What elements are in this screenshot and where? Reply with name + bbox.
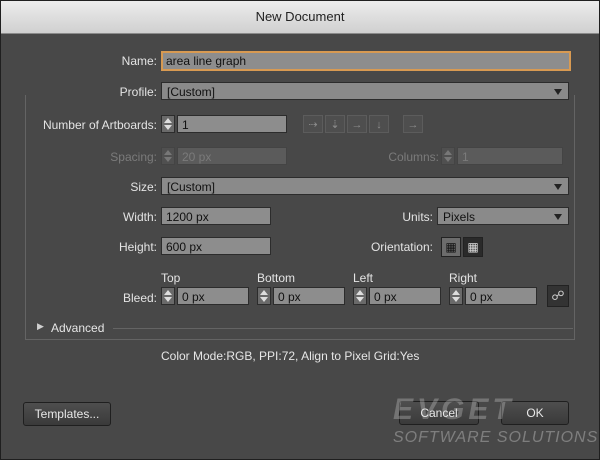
chevron-up-icon [164,118,172,123]
bleed-bottom-stepper[interactable] [257,287,271,305]
width-input[interactable]: 1200 px [161,207,271,225]
units-select[interactable]: Pixels [437,207,569,225]
chevron-down-icon [554,214,562,220]
spacing-stepper[interactable] [161,147,175,165]
size-value: [Custom] [167,180,216,194]
chevron-down-icon [356,297,364,302]
arrange-by-column-icon[interactable]: ↓ [369,115,389,133]
divider [113,328,573,329]
grid-by-column-icon[interactable]: ⇣ [325,115,345,133]
right-to-left-icon[interactable]: → [403,115,423,133]
chevron-down-icon [554,184,562,190]
portrait-icon[interactable]: ▦ [441,237,461,257]
width-label: Width: [122,210,157,224]
bleed-left-label: Left [353,271,374,285]
columns-label: Columns: [388,150,439,164]
name-label: Name: [121,54,157,68]
bleed-right-input[interactable]: 0 px [465,287,537,305]
chevron-down-icon [260,297,268,302]
new-document-dialog: New Document Name: area line graph Profi… [0,0,600,460]
size-select[interactable]: [Custom] [161,177,569,195]
bleed-label: Bleed: [122,291,157,305]
chevron-up-icon [444,150,452,155]
advanced-toggle[interactable]: Advanced [51,321,104,335]
artboards-input[interactable]: 1 [177,115,287,133]
size-label: Size: [130,180,157,194]
bleed-bottom-label: Bottom [257,271,296,285]
orientation-label: Orientation: [370,240,433,254]
landscape-icon[interactable]: ▦ [463,237,483,257]
columns-stepper[interactable] [441,147,455,165]
chevron-down-icon [164,297,172,302]
watermark-tagline: SOFTWARE SOLUTIONS [393,429,599,446]
arrange-by-row-icon[interactable]: → [347,115,367,133]
bleed-left-stepper[interactable] [353,287,367,305]
columns-input[interactable]: 1 [457,147,563,165]
height-input[interactable]: 600 px [161,237,271,255]
artboards-label: Number of Artboards: [42,118,157,132]
chevron-up-icon [260,290,268,295]
watermark-brand: EVGET [393,393,515,426]
bleed-right-stepper[interactable] [449,287,463,305]
chevron-up-icon [164,290,172,295]
chevron-up-icon [164,150,172,155]
chevron-down-icon [164,125,172,130]
bleed-bottom-input[interactable]: 0 px [273,287,345,305]
height-label: Height: [118,240,157,254]
document-summary: Color Mode:RGB, PPI:72, Align to Pixel G… [161,349,420,363]
bleed-top-input[interactable]: 0 px [177,287,249,305]
grid-by-row-icon[interactable]: ⇢ [303,115,323,133]
name-input[interactable]: area line graph [161,51,571,71]
units-label: Units: [402,210,433,224]
chevron-down-icon [444,157,452,162]
units-value: Pixels [443,210,476,224]
link-icon[interactable]: ☍ [547,285,569,307]
chevron-down-icon [164,157,172,162]
templates-button[interactable]: Templates... [23,402,111,426]
chevron-up-icon [356,290,364,295]
chevron-down-icon [452,297,460,302]
bleed-top-stepper[interactable] [161,287,175,305]
spacing-input[interactable]: 20 px [177,147,287,165]
chevron-up-icon [452,290,460,295]
bleed-top-label: Top [161,271,181,285]
disclosure-triangle-icon[interactable]: ▶ [37,321,44,332]
bleed-right-label: Right [449,271,478,285]
bleed-left-input[interactable]: 0 px [369,287,441,305]
dialog-title: New Document [1,1,599,34]
spacing-label: Spacing: [110,150,157,164]
artboards-stepper[interactable] [161,115,175,133]
